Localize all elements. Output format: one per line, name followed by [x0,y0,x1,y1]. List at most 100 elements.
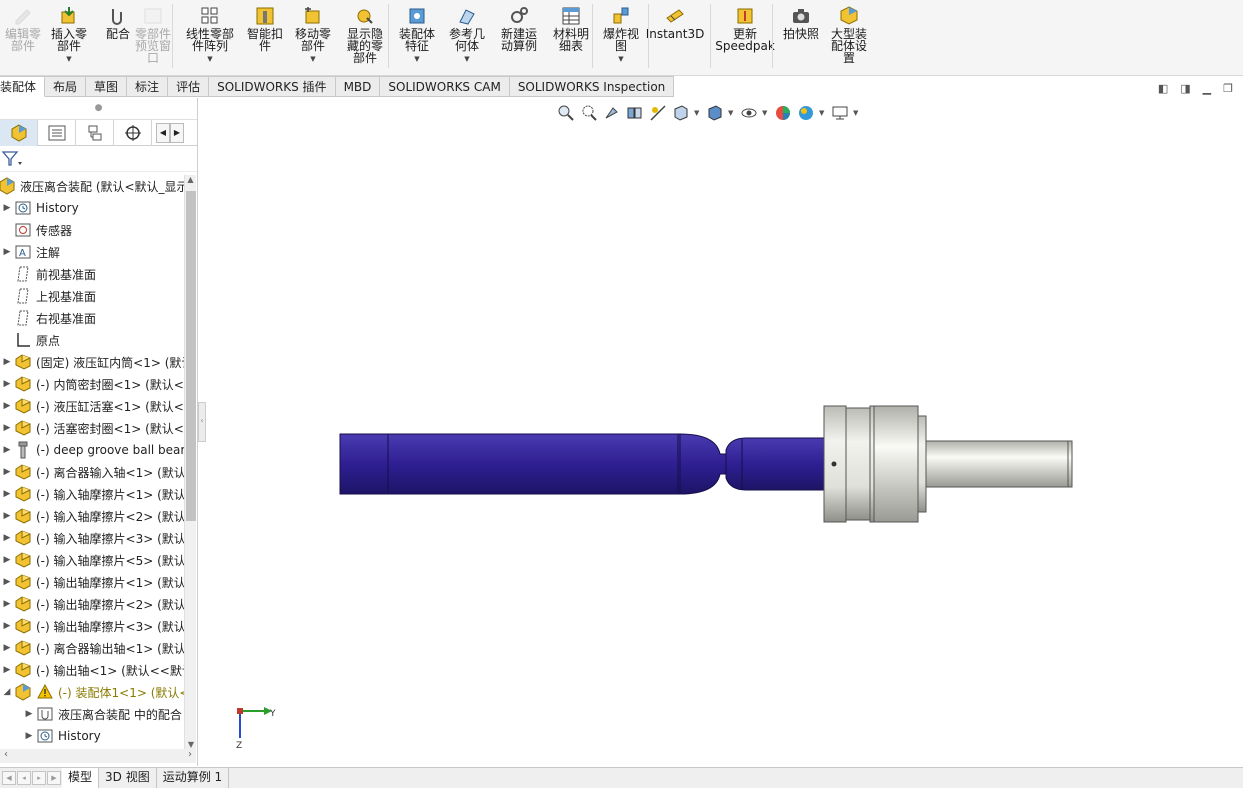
apply-scene-icon[interactable] [796,103,816,123]
edit-component-button[interactable]: 编辑零 部件 [0,2,46,72]
prev-tab-icon[interactable]: ◂ [17,771,31,785]
minimize-icon[interactable]: ▁ [1203,82,1211,95]
update-speedpak-button[interactable]: 更新 Speedpak [715,2,775,72]
tree-item[interactable]: ▶ (-) deep groove ball bearing [0,439,184,461]
collapse-arrow-icon[interactable]: ◢ [0,687,14,697]
tree-item[interactable]: ▶ (-) 活塞密封圈<1> (默认<<默认>_显示状态 1>) [0,417,184,439]
scroll-right-arrow[interactable]: › [188,749,192,760]
tree-item[interactable]: ▶ (-) 输入轴摩擦片<2> (默认<<默认>_显示状态 1>) [0,505,184,527]
tab-6[interactable]: MBD [335,76,381,97]
tab-7[interactable]: SOLIDWORKS CAM [380,76,510,97]
tree-horizontal-scrollbar[interactable]: ‹ › [0,749,196,763]
tree-item[interactable]: ▶ (-) 输出轴摩擦片<2> (默认<<默认>_显示状态 1>) [0,593,184,615]
expand-arrow-icon[interactable]: ▶ [0,577,14,587]
scroll-down-arrow[interactable]: ▼ [185,740,197,749]
tab-4[interactable]: 评估 [168,76,210,97]
view-settings-icon[interactable] [830,103,850,123]
dropdown-caret-icon[interactable]: ▼ [464,55,469,63]
tree-item[interactable]: ▶ 液压离合装配 中的配合 [0,703,184,725]
tree-item[interactable]: ▶ (-) 液压缸活塞<1> (默认<<默认>_显示状态 1>) [0,395,184,417]
dropdown-caret-icon[interactable]: ▼ [414,55,419,63]
new-motion-study-button[interactable]: 新建运 动算例 [496,2,542,72]
expand-arrow-icon[interactable]: ▶ [0,511,14,521]
bill-of-materials-button[interactable]: 材料明 细表 [548,2,594,72]
previous-view-icon[interactable] [602,103,622,123]
tree-item[interactable]: ▶ (-) 输入轴摩擦片<5> (默认<<默认>_显示状态 1>) [0,549,184,571]
zoom-to-area-icon[interactable] [579,103,599,123]
move-component-button[interactable]: 移动零 部件 ▼ [290,2,336,72]
tree-item[interactable]: ▶ (-) 输入轴摩擦片<3> (默认<<默认>_显示状态 1>) [0,527,184,549]
expand-arrow-icon[interactable]: ▶ [0,445,14,455]
configuration-manager-tab[interactable] [76,120,114,146]
reference-geometry-button[interactable]: 参考几 何体 ▼ [444,2,490,72]
dropdown-caret-icon[interactable]: ▼ [66,55,71,63]
expand-arrow-icon[interactable]: ▶ [22,709,36,719]
expand-arrow-icon[interactable]: ▶ [22,731,36,741]
large-assembly-button[interactable]: 大型装 配体设 置 [826,2,872,72]
graphics-area[interactable]: Y Z [206,98,1243,766]
bottom-tab-1[interactable]: 3D 视图 [99,768,157,788]
expand-arrow-icon[interactable]: ▶ [0,379,14,389]
tree-item[interactable]: ▶ (-) 输出轴摩擦片<1> (默认<<默认>_显示状态 1>) [0,571,184,593]
tab-1[interactable]: 布局 [45,76,87,97]
display-style-icon[interactable] [705,103,725,123]
display-style-caret-icon[interactable]: ▼ [728,109,736,117]
insert-component-button[interactable]: 插入零 部件 ▼ [46,2,92,72]
apply-scene-caret-icon[interactable]: ▼ [819,109,827,117]
expand-arrow-icon[interactable]: ▶ [0,643,14,653]
tree-filter[interactable] [0,146,197,172]
zoom-to-fit-icon[interactable] [556,103,576,123]
expand-arrow-icon[interactable]: ▶ [0,247,14,257]
tree-item[interactable]: 前视基准面 [0,263,184,285]
tree-item[interactable]: ▶ (固定) 液压缸内筒<1> (默认<<默认>_显示状态 1>) [0,351,184,373]
hydraulic-cylinder-part[interactable] [339,433,727,495]
expand-arrow-icon[interactable]: ▶ [0,357,14,367]
tab-5[interactable]: SOLIDWORKS 插件 [209,76,336,97]
tree-item[interactable]: ▶ (-) 输出轴摩擦片<3> (默认<<默认>_显示状态 1>) [0,615,184,637]
scroll-up-arrow[interactable]: ▲ [185,175,196,184]
assembly-feature-button[interactable]: 装配体 特征 ▼ [394,2,440,72]
tree-item[interactable]: ▶ (-) 离合器输入轴<1> (默认<<默认>_显示状态 1>) [0,461,184,483]
tree-item[interactable]: ▶ (-) 输入轴摩擦片<1> (默认<<默认>_显示状态 1>) [0,483,184,505]
expand-arrow-icon[interactable]: ▶ [0,489,14,499]
output-shaft-part[interactable] [925,440,1073,488]
tab-0[interactable]: 装配体 [0,76,46,97]
first-tab-icon[interactable]: ◀ [2,771,16,785]
tree-item[interactable]: 上视基准面 [0,285,184,307]
tree-item[interactable]: 传感器 [0,219,184,241]
tab-3[interactable]: 标注 [127,76,169,97]
hide-show-items-icon[interactable] [739,103,759,123]
tree-item[interactable]: ▶ (-) 输出轴<1> (默认<<默认>_显示状态 1>) [0,659,184,681]
smart-fastener-button[interactable]: 智能扣 件 [242,2,288,72]
panel-tab-left-arrow[interactable]: ◀ [156,123,170,143]
dropdown-caret-icon[interactable]: ▼ [618,55,623,63]
expand-arrow-icon[interactable]: ▶ [0,467,14,477]
show-hidden-button[interactable]: 显示隐 藏的零 部件 [342,2,388,72]
panel-splitter[interactable]: ‹ [198,402,206,442]
expand-arrow-icon[interactable]: ▶ [0,533,14,543]
panel-grip[interactable]: ● [0,98,197,120]
panel-tab-right-arrow[interactable]: ▶ [170,123,184,143]
linear-pattern-button[interactable]: 线性零部 件阵列 ▼ [180,2,240,72]
tree-item[interactable]: ▶ A 注解 [0,241,184,263]
tree-scroll-thumb[interactable] [186,191,196,521]
snapshot-button[interactable]: 拍快照 [778,2,824,72]
property-manager-tab[interactable] [38,120,76,146]
tree-item[interactable]: ▶ (-) 离合器输出轴<1> (默认<<默认>_显示状态 1>) [0,637,184,659]
edit-appearance-icon[interactable] [773,103,793,123]
piston-rod-part[interactable] [725,437,827,491]
expand-arrow-icon[interactable]: ▶ [0,203,14,213]
expand-arrow-icon[interactable]: ▶ [0,401,14,411]
bottom-tab-2[interactable]: 运动算例 1 [157,768,230,788]
clutch-disc-stack[interactable] [823,405,927,523]
dropdown-caret-icon[interactable]: ▼ [207,55,212,63]
tab-8[interactable]: SOLIDWORKS Inspection [509,76,675,97]
view-orientation-caret-icon[interactable]: ▼ [694,109,702,117]
hide-show-caret-icon[interactable]: ▼ [762,109,770,117]
tree-item[interactable]: 原点 [0,329,184,351]
component-preview-button[interactable]: 零部件 预览窗 口 [130,2,176,72]
next-tab-icon[interactable]: ▸ [32,771,46,785]
scroll-left-arrow[interactable]: ‹ [4,749,8,760]
restore-right-icon[interactable]: ◨ [1180,82,1190,95]
tree-item[interactable]: ▶ History [0,725,184,747]
